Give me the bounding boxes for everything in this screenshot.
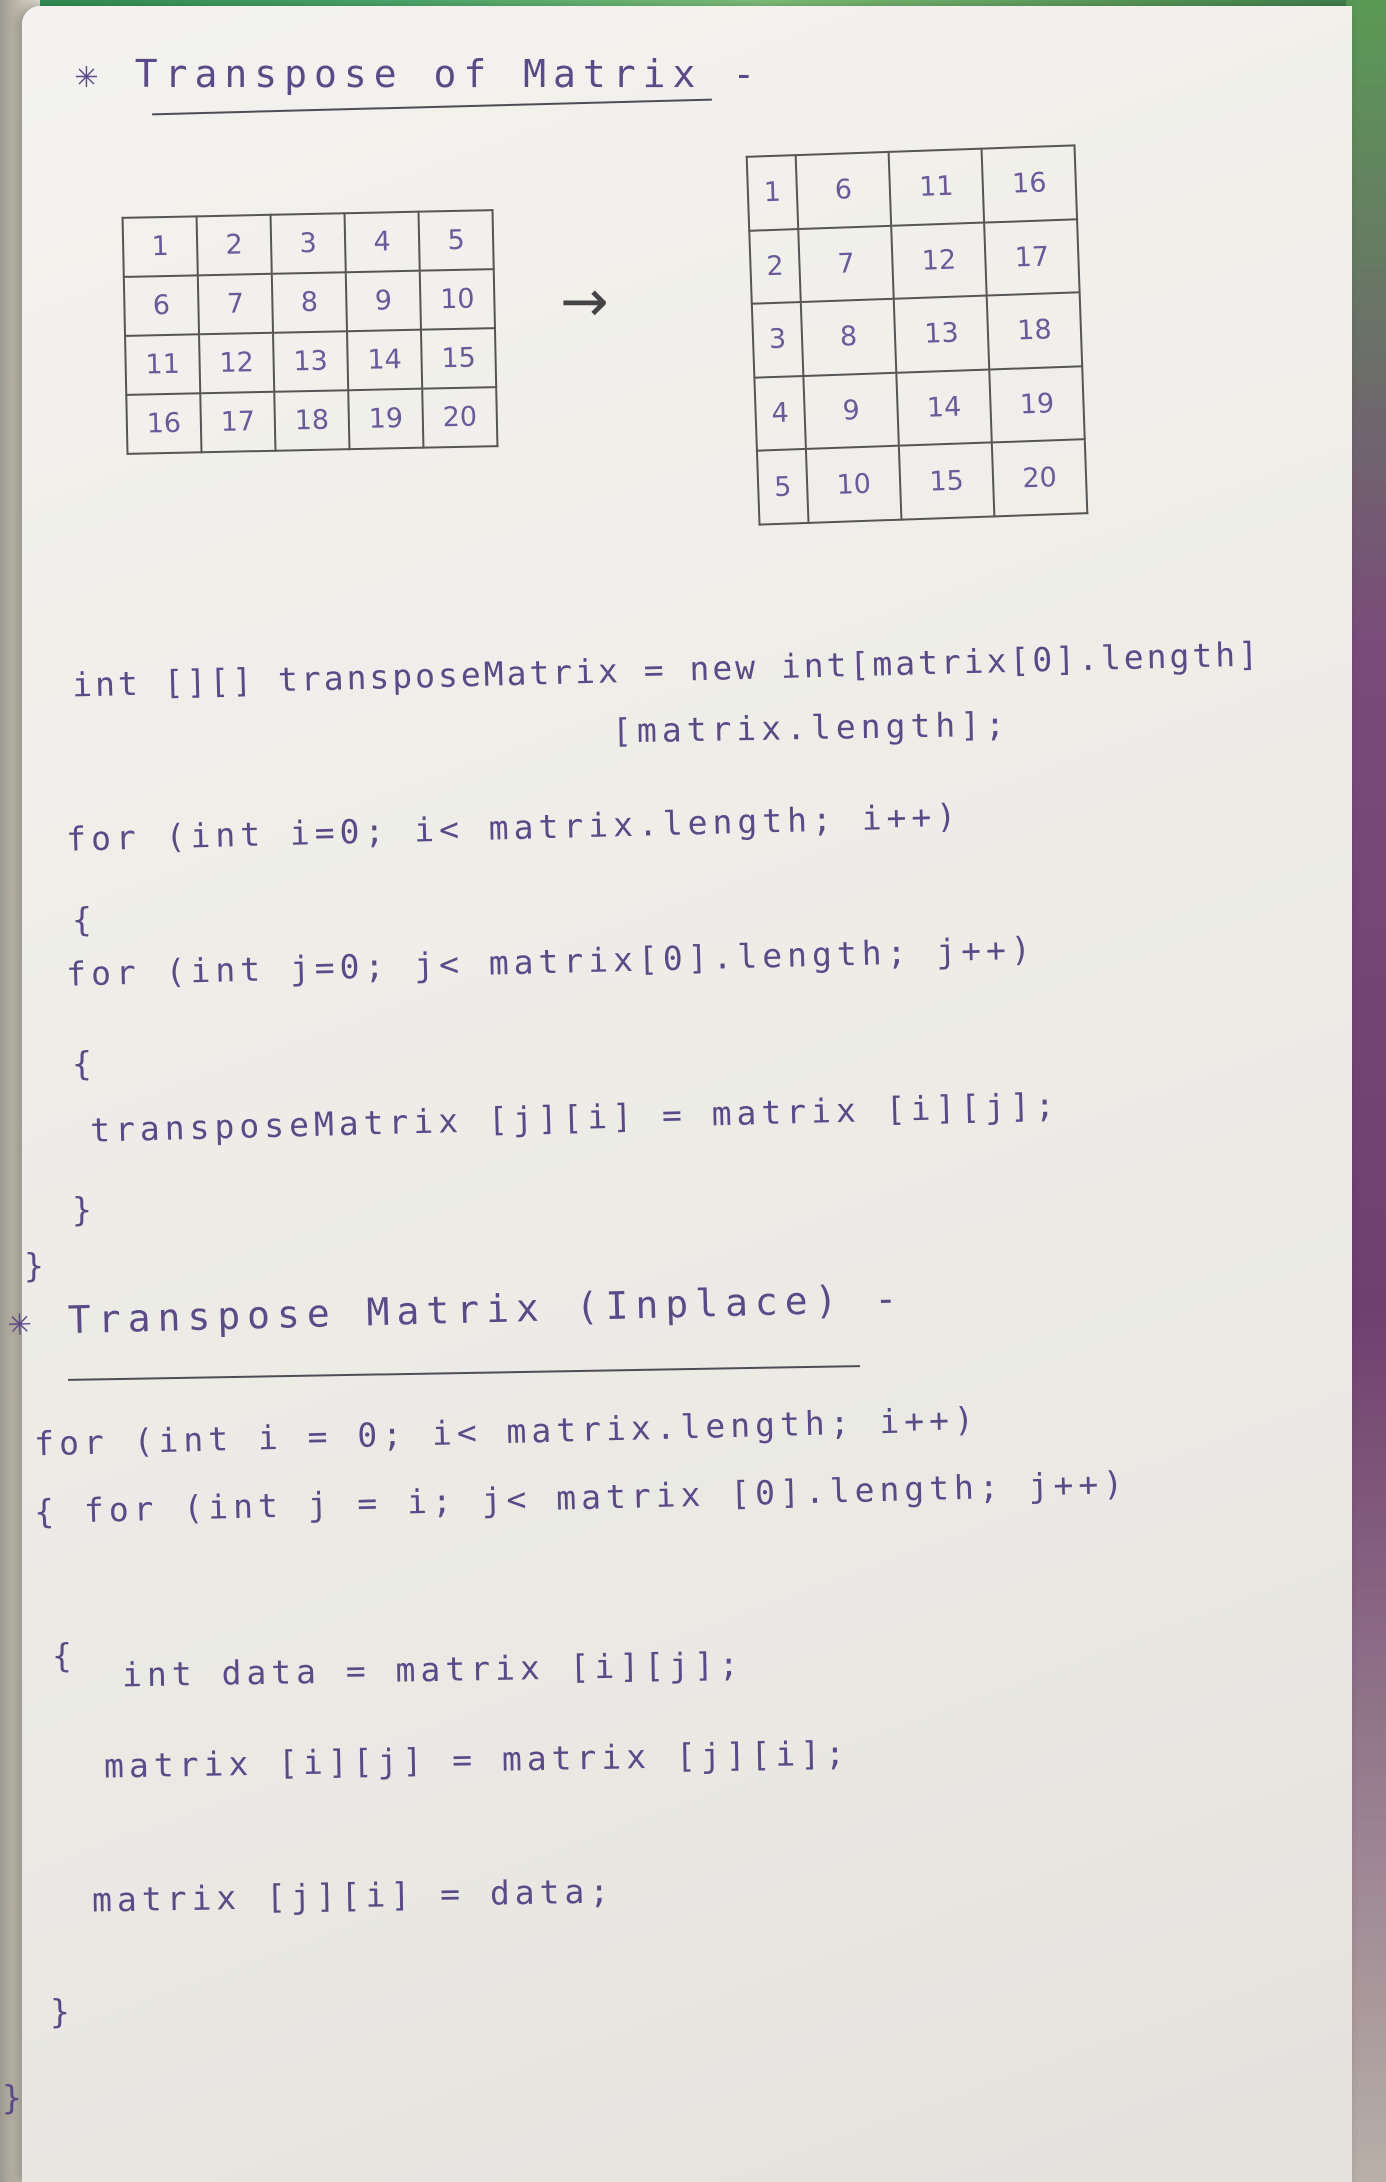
transposed-matrix: 1 6 11 16 2 7 12 17 3 8 13 18 4 9 14 19 … bbox=[746, 144, 1089, 525]
code-line: { bbox=[52, 1636, 77, 1675]
matrix-cell: 7 bbox=[798, 225, 894, 303]
matrix-cell: 1 bbox=[122, 216, 198, 277]
matrix-cell: 18 bbox=[986, 292, 1083, 370]
matrix-cell: 15 bbox=[898, 442, 995, 520]
matrix-cell: 17 bbox=[984, 218, 1080, 296]
matrix-cell: 18 bbox=[274, 390, 350, 451]
code-line: [matrix.length]; bbox=[611, 704, 1011, 751]
matrix-cell: 2 bbox=[196, 214, 272, 276]
matrix-cell: 4 bbox=[344, 211, 420, 273]
matrix-cell: 3 bbox=[270, 213, 346, 274]
code-line: } bbox=[72, 1190, 97, 1229]
matrix-cell: 9 bbox=[803, 372, 899, 450]
matrix-cell: 14 bbox=[346, 329, 423, 391]
original-matrix: 1 2 3 4 5 6 7 8 9 10 11 12 13 14 15 16 1… bbox=[122, 209, 499, 455]
matrix-row: 2 7 12 17 bbox=[749, 218, 1080, 304]
matrix-cell: 6 bbox=[795, 151, 892, 229]
matrix-row: 11 12 13 14 15 bbox=[125, 328, 497, 395]
matrix-cell: 20 bbox=[991, 439, 1088, 517]
matrix-cell: 9 bbox=[345, 270, 421, 332]
matrix-row: 1 2 3 4 5 bbox=[122, 210, 494, 277]
matrix-row: 4 9 14 19 bbox=[754, 366, 1085, 452]
matrix-cell: 8 bbox=[800, 298, 897, 376]
matrix-cell: 16 bbox=[126, 393, 202, 454]
matrix-cell: 16 bbox=[981, 145, 1078, 223]
matrix-cell: 20 bbox=[422, 387, 498, 448]
matrix-row: 6 7 8 9 10 bbox=[123, 269, 495, 336]
matrix-cell: 11 bbox=[125, 334, 201, 395]
matrix-cell: 3 bbox=[751, 302, 804, 378]
matrix-cell: 2 bbox=[749, 228, 801, 304]
transpose-arrow: → bbox=[560, 267, 609, 335]
matrix-cell: 10 bbox=[805, 446, 902, 523]
matrix-cell: 1 bbox=[746, 155, 799, 231]
matrix-cell: 12 bbox=[891, 222, 987, 299]
matrix-row: 1 6 11 16 bbox=[746, 145, 1078, 231]
matrix-cell: 10 bbox=[419, 269, 495, 330]
matrix-cell: 14 bbox=[896, 369, 992, 447]
matrix-cell: 11 bbox=[888, 148, 985, 226]
matrix-cell: 17 bbox=[200, 391, 276, 453]
matrix-cell: 6 bbox=[123, 275, 200, 336]
background-right bbox=[1346, 0, 1386, 2182]
code-line: { bbox=[72, 900, 97, 939]
matrix-cell: 5 bbox=[756, 449, 809, 525]
code-line: } bbox=[24, 1246, 49, 1285]
matrix-cell: 4 bbox=[754, 375, 806, 452]
code-line: } bbox=[50, 1992, 75, 2031]
matrix-cell: 13 bbox=[273, 331, 349, 392]
matrix-cell: 19 bbox=[348, 388, 424, 450]
matrix-cell: 19 bbox=[989, 366, 1085, 443]
matrix-cell: 15 bbox=[420, 328, 497, 389]
matrix-cell: 12 bbox=[199, 332, 275, 394]
code-line: } bbox=[2, 2078, 27, 2117]
matrix-row: 16 17 18 19 20 bbox=[126, 387, 498, 454]
matrix-cell: 13 bbox=[893, 295, 990, 373]
matrix-row: 5 10 15 20 bbox=[756, 439, 1088, 525]
matrix-cell: 7 bbox=[197, 273, 274, 335]
matrix-cell: 8 bbox=[271, 272, 347, 333]
code-line: { bbox=[72, 1044, 97, 1083]
matrix-row: 3 8 13 18 bbox=[751, 292, 1083, 378]
section1-title: ✳ Transpose of Matrix - bbox=[75, 52, 763, 96]
matrix-cell: 5 bbox=[418, 210, 494, 271]
